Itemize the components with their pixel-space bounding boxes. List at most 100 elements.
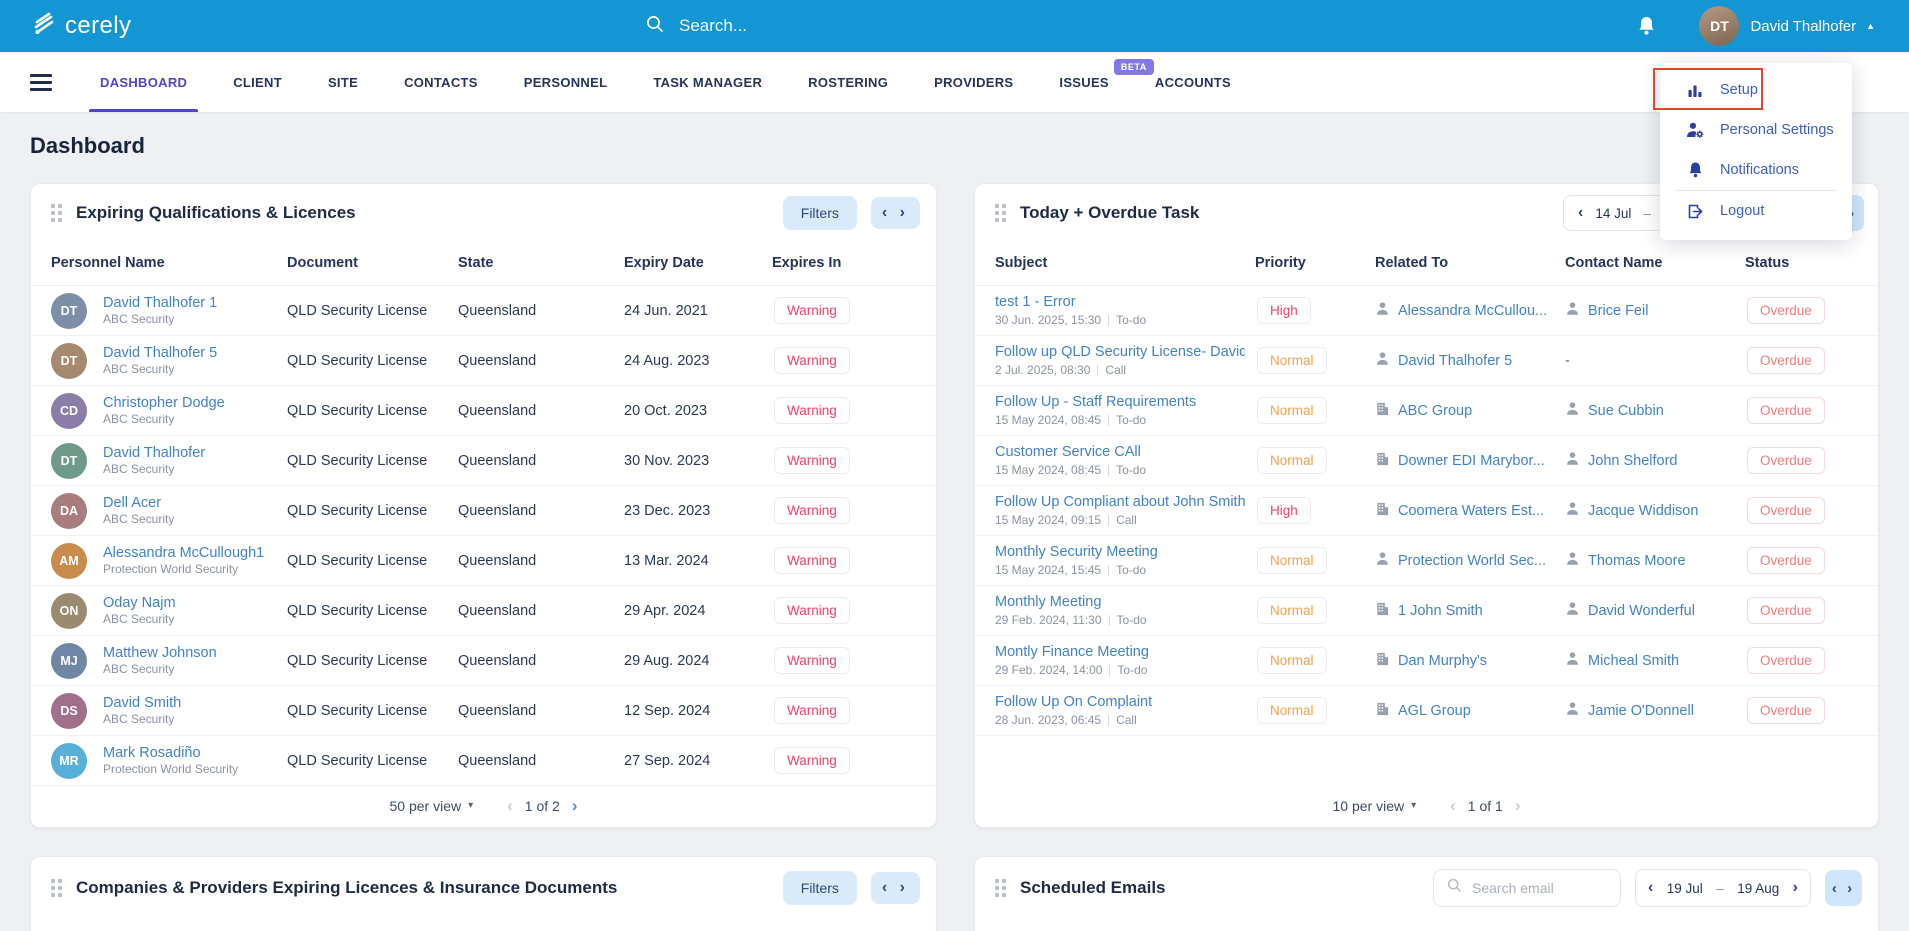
related-to-link[interactable]: ABC Group bbox=[1398, 403, 1472, 419]
table-row[interactable]: MR Mark Rosadiño Protection World Securi… bbox=[31, 736, 936, 786]
nav-tab[interactable]: PERSONNEL bbox=[501, 52, 631, 112]
global-search[interactable] bbox=[645, 0, 999, 52]
contact-name-link[interactable]: Jacque Widdison bbox=[1588, 503, 1698, 519]
task-subject-link[interactable]: Follow Up Compliant about John Smiths bbox=[995, 494, 1245, 510]
related-to-link[interactable]: AGL Group bbox=[1398, 703, 1471, 719]
nav-tab[interactable]: CLIENT bbox=[210, 52, 305, 112]
table-row[interactable]: DT David Thalhofer 1 ABC Security QLD Se… bbox=[31, 286, 936, 336]
table-row[interactable]: Follow Up On Complaint 28 Jun. 2023, 06:… bbox=[975, 686, 1878, 736]
panel-prev-next-button[interactable]: ‹ › bbox=[871, 872, 920, 904]
user-name[interactable]: David Thalhofer bbox=[1750, 18, 1856, 35]
table-row[interactable]: Follow Up Compliant about John Smiths 15… bbox=[975, 486, 1878, 536]
personnel-name-link[interactable]: David Thalhofer 1 bbox=[103, 294, 217, 312]
contact-name-link[interactable]: Jamie O'Donnell bbox=[1588, 703, 1694, 719]
personnel-name-link[interactable]: David Thalhofer bbox=[103, 444, 205, 462]
per-view-dropdown[interactable]: 10 per view ▾ bbox=[1333, 798, 1417, 814]
contact-name-link[interactable]: - bbox=[1565, 353, 1570, 369]
table-row[interactable]: Follow Up - Staff Requirements 15 May 20… bbox=[975, 386, 1878, 436]
nav-tab[interactable]: DASHBOARD bbox=[77, 52, 210, 112]
table-row[interactable]: DS David Smith ABC Security QLD Security… bbox=[31, 686, 936, 736]
filters-button[interactable]: Filters bbox=[783, 196, 857, 230]
global-search-input[interactable] bbox=[679, 16, 999, 36]
user-menu-item[interactable]: Logout bbox=[1660, 191, 1852, 231]
date-prev-icon[interactable]: ‹ bbox=[1648, 879, 1653, 897]
table-row[interactable]: AM Alessandra McCullough1 Protection Wor… bbox=[31, 536, 936, 586]
table-row[interactable]: Monthly Meeting 29 Feb. 2024, 11:30 To-d… bbox=[975, 586, 1878, 636]
nav-tab[interactable]: TASK MANAGER bbox=[630, 52, 785, 112]
brand-logo[interactable]: cerely bbox=[30, 10, 131, 42]
nav-tab[interactable]: ACCOUNTS bbox=[1132, 52, 1254, 112]
nav-tab[interactable]: PROVIDERS bbox=[911, 52, 1036, 112]
hamburger-menu-icon[interactable] bbox=[30, 74, 52, 91]
user-menu-item[interactable]: Personal Settings bbox=[1660, 110, 1852, 150]
page-next-icon[interactable]: › bbox=[572, 796, 578, 816]
table-row[interactable]: MJ Matthew Johnson ABC Security QLD Secu… bbox=[31, 636, 936, 686]
table-row[interactable]: DA Dell Acer ABC Security QLD Security L… bbox=[31, 486, 936, 536]
related-to-link[interactable]: Alessandra McCullou... bbox=[1398, 303, 1547, 319]
contact-name-link[interactable]: Thomas Moore bbox=[1588, 553, 1686, 569]
related-to-link[interactable]: 1 John Smith bbox=[1398, 603, 1483, 619]
email-search-input[interactable] bbox=[1472, 880, 1602, 896]
user-menu-caret-icon[interactable]: ▲ bbox=[1866, 21, 1875, 31]
nav-tab[interactable]: ROSTERING bbox=[785, 52, 911, 112]
email-search-box[interactable] bbox=[1433, 869, 1621, 907]
personnel-name-link[interactable]: Christopher Dodge bbox=[103, 394, 225, 412]
contact-name-link[interactable]: John Shelford bbox=[1588, 453, 1677, 469]
contact-name-link[interactable]: David Wonderful bbox=[1588, 603, 1695, 619]
personnel-name-link[interactable]: Mark Rosadiño bbox=[103, 744, 238, 762]
contact-name-link[interactable]: Sue Cubbin bbox=[1588, 403, 1664, 419]
date-next-icon[interactable]: › bbox=[1793, 879, 1798, 897]
notifications-bell-icon[interactable] bbox=[1636, 15, 1657, 37]
related-to-link[interactable]: Downer EDI Marybor... bbox=[1398, 453, 1545, 469]
page-prev-icon[interactable]: ‹ bbox=[507, 796, 513, 816]
task-subject-link[interactable]: Montly Finance Meeting bbox=[995, 644, 1245, 660]
related-to-link[interactable]: David Thalhofer 5 bbox=[1398, 353, 1512, 369]
personnel-name-link[interactable]: Dell Acer bbox=[103, 494, 174, 512]
task-subject-link[interactable]: Follow up QLD Security License- David Th bbox=[995, 344, 1245, 360]
drag-handle-icon[interactable] bbox=[51, 204, 62, 222]
page-prev-icon[interactable]: ‹ bbox=[1450, 796, 1456, 816]
task-subject-link[interactable]: Follow Up On Complaint bbox=[995, 694, 1245, 710]
personnel-name-link[interactable]: David Smith bbox=[103, 694, 181, 712]
related-to-link[interactable]: Dan Murphy's bbox=[1398, 653, 1487, 669]
panel-prev-next-button[interactable]: ‹ › bbox=[1825, 870, 1862, 906]
table-row[interactable]: DT David Thalhofer 5 ABC Security QLD Se… bbox=[31, 336, 936, 386]
task-subject-link[interactable]: Monthly Meeting bbox=[995, 594, 1245, 610]
page-next-icon[interactable]: › bbox=[1515, 796, 1521, 816]
user-menu-item[interactable]: Notifications bbox=[1660, 150, 1852, 190]
table-row[interactable]: Montly Finance Meeting 29 Feb. 2024, 14:… bbox=[975, 636, 1878, 686]
table-row[interactable]: Follow up QLD Security License- David Th… bbox=[975, 336, 1878, 386]
panel-prev-next-button[interactable]: ‹ › bbox=[871, 197, 920, 229]
personnel-name-link[interactable]: Oday Najm bbox=[103, 594, 176, 612]
task-subject-link[interactable]: Customer Service CAll bbox=[995, 444, 1245, 460]
nav-tab[interactable]: ISSUES BETA bbox=[1036, 52, 1131, 112]
task-subject-link[interactable]: Monthly Security Meeting bbox=[995, 544, 1245, 560]
personnel-name-link[interactable]: David Thalhofer 5 bbox=[103, 344, 217, 362]
drag-handle-icon[interactable] bbox=[51, 879, 62, 897]
personnel-name-link[interactable]: Alessandra McCullough1 bbox=[103, 544, 264, 562]
nav-tab[interactable]: CONTACTS bbox=[381, 52, 501, 112]
drag-handle-icon[interactable] bbox=[995, 879, 1006, 897]
email-date-range-picker[interactable]: ‹ 19 Jul – 19 Aug › bbox=[1635, 869, 1811, 907]
date-prev-icon[interactable]: ‹ bbox=[1578, 204, 1583, 222]
document-cell: QLD Security License bbox=[287, 303, 458, 319]
contact-name-link[interactable]: Brice Feil bbox=[1588, 303, 1648, 319]
related-to-link[interactable]: Protection World Sec... bbox=[1398, 553, 1546, 569]
related-to-link[interactable]: Coomera Waters Est... bbox=[1398, 503, 1544, 519]
table-row[interactable]: Customer Service CAll 15 May 2024, 08:45… bbox=[975, 436, 1878, 486]
user-menu-item[interactable]: Setup bbox=[1660, 70, 1852, 110]
contact-name-link[interactable]: Micheal Smith bbox=[1588, 653, 1679, 669]
per-view-dropdown[interactable]: 50 per view ▾ bbox=[390, 798, 474, 814]
nav-tab[interactable]: SITE bbox=[305, 52, 381, 112]
table-row[interactable]: ON Oday Najm ABC Security QLD Security L… bbox=[31, 586, 936, 636]
table-row[interactable]: Monthly Security Meeting 15 May 2024, 15… bbox=[975, 536, 1878, 586]
personnel-name-link[interactable]: Matthew Johnson bbox=[103, 644, 217, 662]
user-avatar[interactable]: DT bbox=[1699, 6, 1739, 46]
drag-handle-icon[interactable] bbox=[995, 204, 1006, 222]
table-row[interactable]: DT David Thalhofer ABC Security QLD Secu… bbox=[31, 436, 936, 486]
task-subject-link[interactable]: test 1 - Error bbox=[995, 294, 1245, 310]
filters-button[interactable]: Filters bbox=[783, 871, 857, 905]
table-row[interactable]: CD Christopher Dodge ABC Security QLD Se… bbox=[31, 386, 936, 436]
task-subject-link[interactable]: Follow Up - Staff Requirements bbox=[995, 394, 1245, 410]
table-row[interactable]: test 1 - Error 30 Jun. 2025, 15:30 To-do… bbox=[975, 286, 1878, 336]
